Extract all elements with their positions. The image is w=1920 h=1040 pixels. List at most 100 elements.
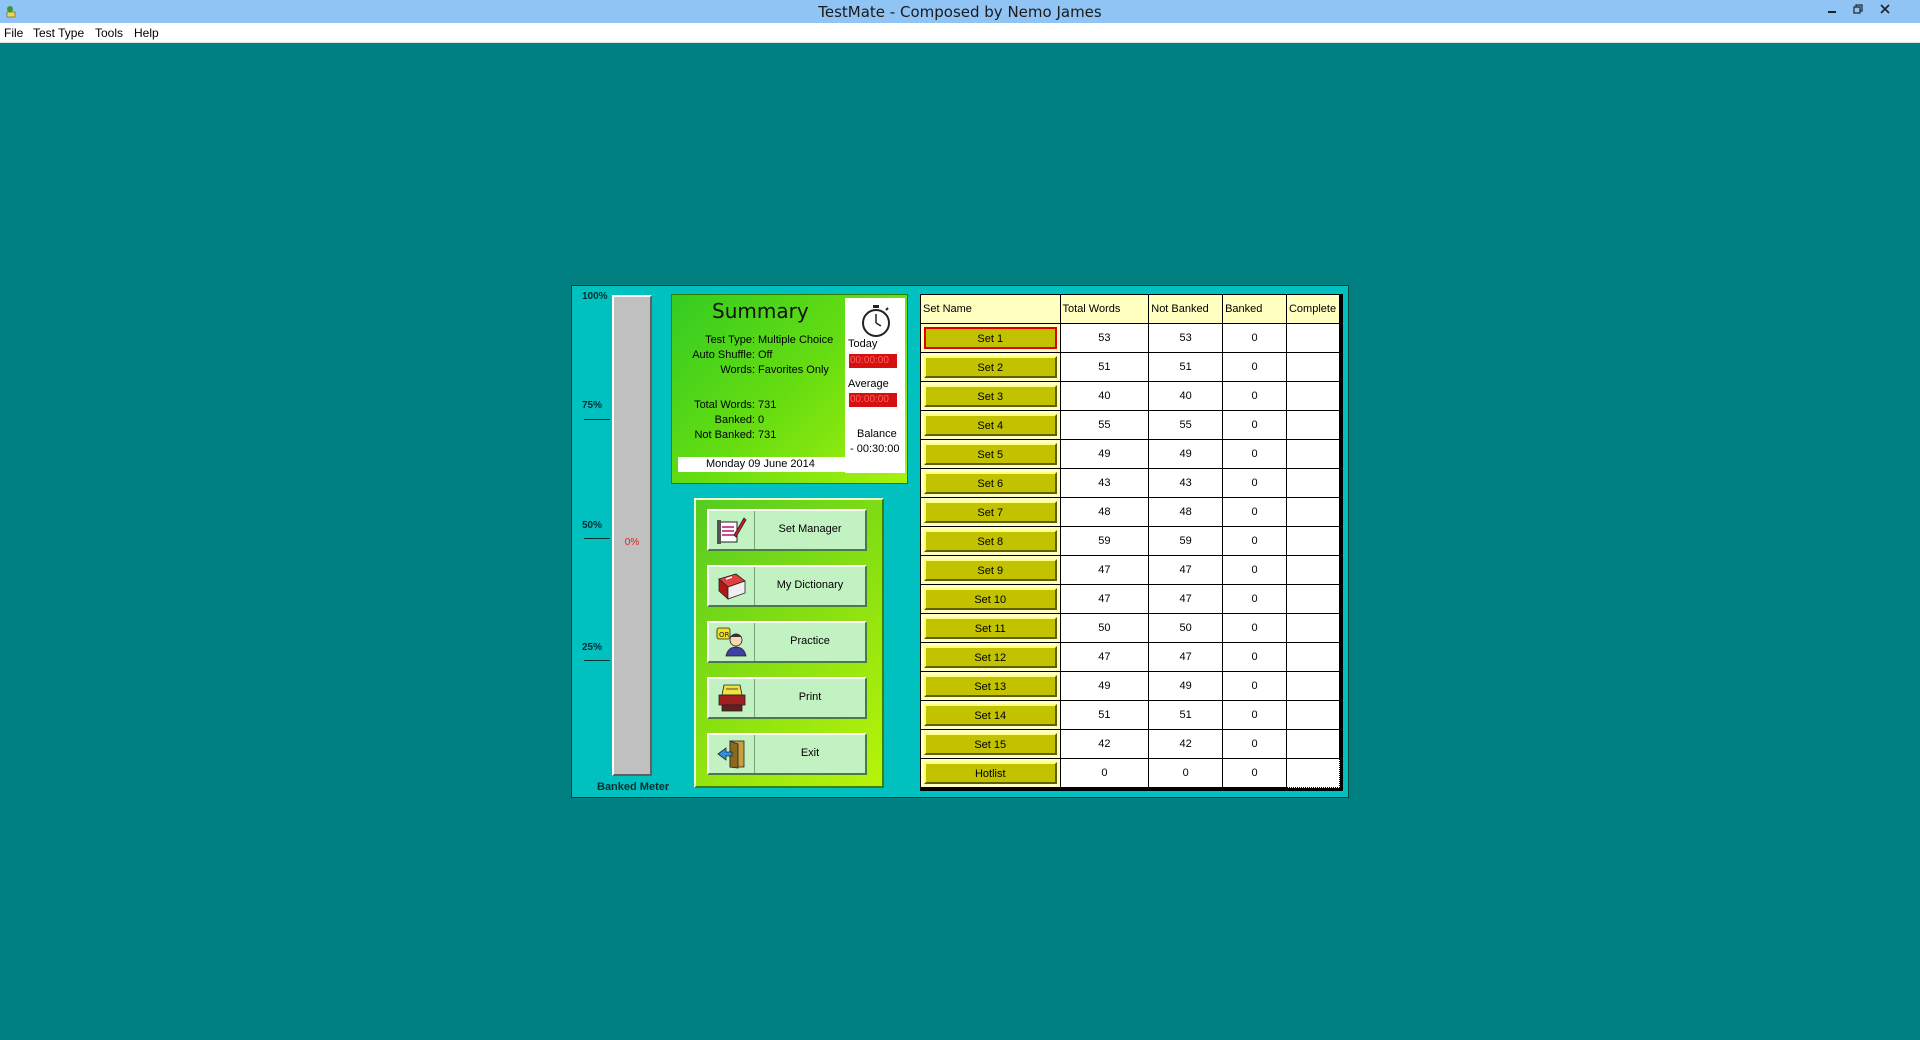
table-row[interactable]: Set 6 43 43 0 (920, 468, 1341, 498)
table-row[interactable]: Set 4 55 55 0 (920, 410, 1341, 440)
minimize-button[interactable] (1819, 0, 1845, 20)
set-name-cell: Set 12 (920, 642, 1061, 672)
table-row[interactable]: Set 9 47 47 0 (920, 555, 1341, 585)
complete-cell[interactable] (1285, 758, 1341, 788)
sets-table-container: Set Name Total Words Not Banked Banked C… (920, 294, 1343, 791)
set-name-cell: Set 3 (920, 381, 1061, 411)
total-words-cell: 40 (1059, 381, 1150, 411)
menu-test-type[interactable]: Test Type (33, 26, 84, 40)
set-button[interactable]: Set 4 (924, 414, 1057, 436)
practice-button[interactable]: OR Practice (707, 621, 867, 663)
table-row[interactable]: Set 11 50 50 0 (920, 613, 1341, 643)
banked-cell: 0 (1222, 381, 1287, 411)
my-dictionary-label: My Dictionary (776, 579, 844, 591)
set-button[interactable]: Set 6 (924, 472, 1057, 494)
svg-text:OR: OR (719, 631, 730, 639)
table-row[interactable]: Set 12 47 47 0 (920, 642, 1341, 672)
close-button[interactable] (1872, 0, 1898, 20)
not-banked-cell: 59 (1148, 526, 1224, 556)
my-dictionary-button[interactable]: My Dictionary (707, 565, 867, 607)
set-button[interactable]: Set 2 (924, 356, 1057, 378)
set-button[interactable]: Set 12 (924, 646, 1057, 668)
navigation-panel: Set Manager My Dictionary OR Practice Pr… (694, 498, 884, 788)
sets-table: Set Name Total Words Not Banked Banked C… (920, 294, 1341, 788)
complete-cell (1285, 613, 1341, 643)
table-row[interactable]: Set 13 49 49 0 (920, 671, 1341, 701)
set-name-cell: Set 5 (920, 439, 1061, 469)
summary-panel: Summary Test Type: Multiple Choice Auto … (671, 294, 908, 484)
header-banked[interactable]: Banked (1222, 294, 1287, 324)
table-row[interactable]: Set 15 42 42 0 (920, 729, 1341, 759)
header-not-banked[interactable]: Not Banked (1148, 294, 1224, 324)
banked-cell: 0 (1222, 410, 1287, 440)
restore-button[interactable] (1845, 0, 1871, 20)
set-button[interactable]: Hotlist (924, 762, 1057, 784)
summary-label-total-words: Total Words: (694, 399, 755, 411)
complete-cell (1285, 352, 1341, 382)
set-button[interactable]: Set 14 (924, 704, 1057, 726)
print-label: Print (798, 691, 822, 703)
not-banked-cell: 40 (1148, 381, 1224, 411)
table-row[interactable]: Set 7 48 48 0 (920, 497, 1341, 527)
not-banked-cell: 50 (1148, 613, 1224, 643)
banked-cell: 0 (1222, 468, 1287, 498)
total-words-cell: 59 (1059, 526, 1150, 556)
not-banked-cell: 55 (1148, 410, 1224, 440)
set-button[interactable]: Set 5 (924, 443, 1057, 465)
set-button[interactable]: Set 9 (924, 559, 1057, 581)
set-button[interactable]: Set 3 (924, 385, 1057, 407)
banked-cell: 0 (1222, 555, 1287, 585)
not-banked-cell: 47 (1148, 642, 1224, 672)
summary-title: Summary (712, 299, 809, 323)
set-name-cell: Set 2 (920, 352, 1061, 382)
banked-cell: 0 (1222, 497, 1287, 527)
menu-tools[interactable]: Tools (95, 26, 123, 40)
menu-file[interactable]: File (4, 26, 23, 40)
table-row[interactable]: Set 10 47 47 0 (920, 584, 1341, 614)
summary-label-test-type: Test Type: (705, 334, 755, 346)
table-row[interactable]: Set 1 53 53 0 (920, 323, 1341, 353)
set-button[interactable]: Set 8 (924, 530, 1057, 552)
set-button[interactable]: Set 15 (924, 733, 1057, 755)
header-set-name[interactable]: Set Name (920, 294, 1061, 324)
practice-person-icon: OR (716, 627, 747, 657)
nav-icon-cell (709, 511, 755, 549)
set-name-cell: Set 1 (920, 323, 1061, 353)
table-row[interactable]: Hotlist 0 0 0 (920, 758, 1341, 788)
summary-label-not-banked: Not Banked: (694, 429, 755, 441)
header-complete[interactable]: Complete (1285, 294, 1341, 324)
table-row[interactable]: Set 8 59 59 0 (920, 526, 1341, 556)
table-row[interactable]: Set 2 51 51 0 (920, 352, 1341, 382)
today-label: Today (848, 338, 878, 350)
exit-door-icon (717, 740, 745, 769)
banked-meter-bar: 0% (612, 295, 652, 776)
table-row[interactable]: Set 3 40 40 0 (920, 381, 1341, 411)
table-row[interactable]: Set 14 51 51 0 (920, 700, 1341, 730)
not-banked-cell: 53 (1148, 323, 1224, 353)
total-words-cell: 0 (1059, 758, 1150, 788)
average-timer-value: 00:00:00 (849, 393, 897, 407)
summary-value-test-type: Multiple Choice (758, 334, 834, 346)
set-button[interactable]: Set 13 (924, 675, 1057, 697)
set-name-cell: Set 4 (920, 410, 1061, 440)
set-button[interactable]: Set 7 (924, 501, 1057, 523)
set-name-cell: Hotlist (920, 758, 1061, 788)
meter-caption: Banked Meter (597, 781, 670, 793)
header-total-words[interactable]: Total Words (1059, 294, 1150, 324)
print-button[interactable]: Print (707, 677, 867, 719)
main-panel: 100% 75% 50% 25% 0% Banked Meter Summary… (571, 285, 1349, 798)
set-button[interactable]: Set 10 (924, 588, 1057, 610)
complete-cell (1285, 323, 1341, 353)
total-words-cell: 51 (1059, 700, 1150, 730)
banked-cell: 0 (1222, 352, 1287, 382)
table-row[interactable]: Set 5 49 49 0 (920, 439, 1341, 469)
printer-icon (718, 684, 746, 712)
menu-help[interactable]: Help (134, 26, 159, 40)
banked-cell: 0 (1222, 526, 1287, 556)
set-button[interactable]: Set 11 (924, 617, 1057, 639)
not-banked-cell: 47 (1148, 555, 1224, 585)
nav-icon-cell (709, 567, 755, 605)
set-manager-button[interactable]: Set Manager (707, 509, 867, 551)
set-button[interactable]: Set 1 (924, 327, 1057, 349)
exit-button[interactable]: Exit (707, 733, 867, 775)
